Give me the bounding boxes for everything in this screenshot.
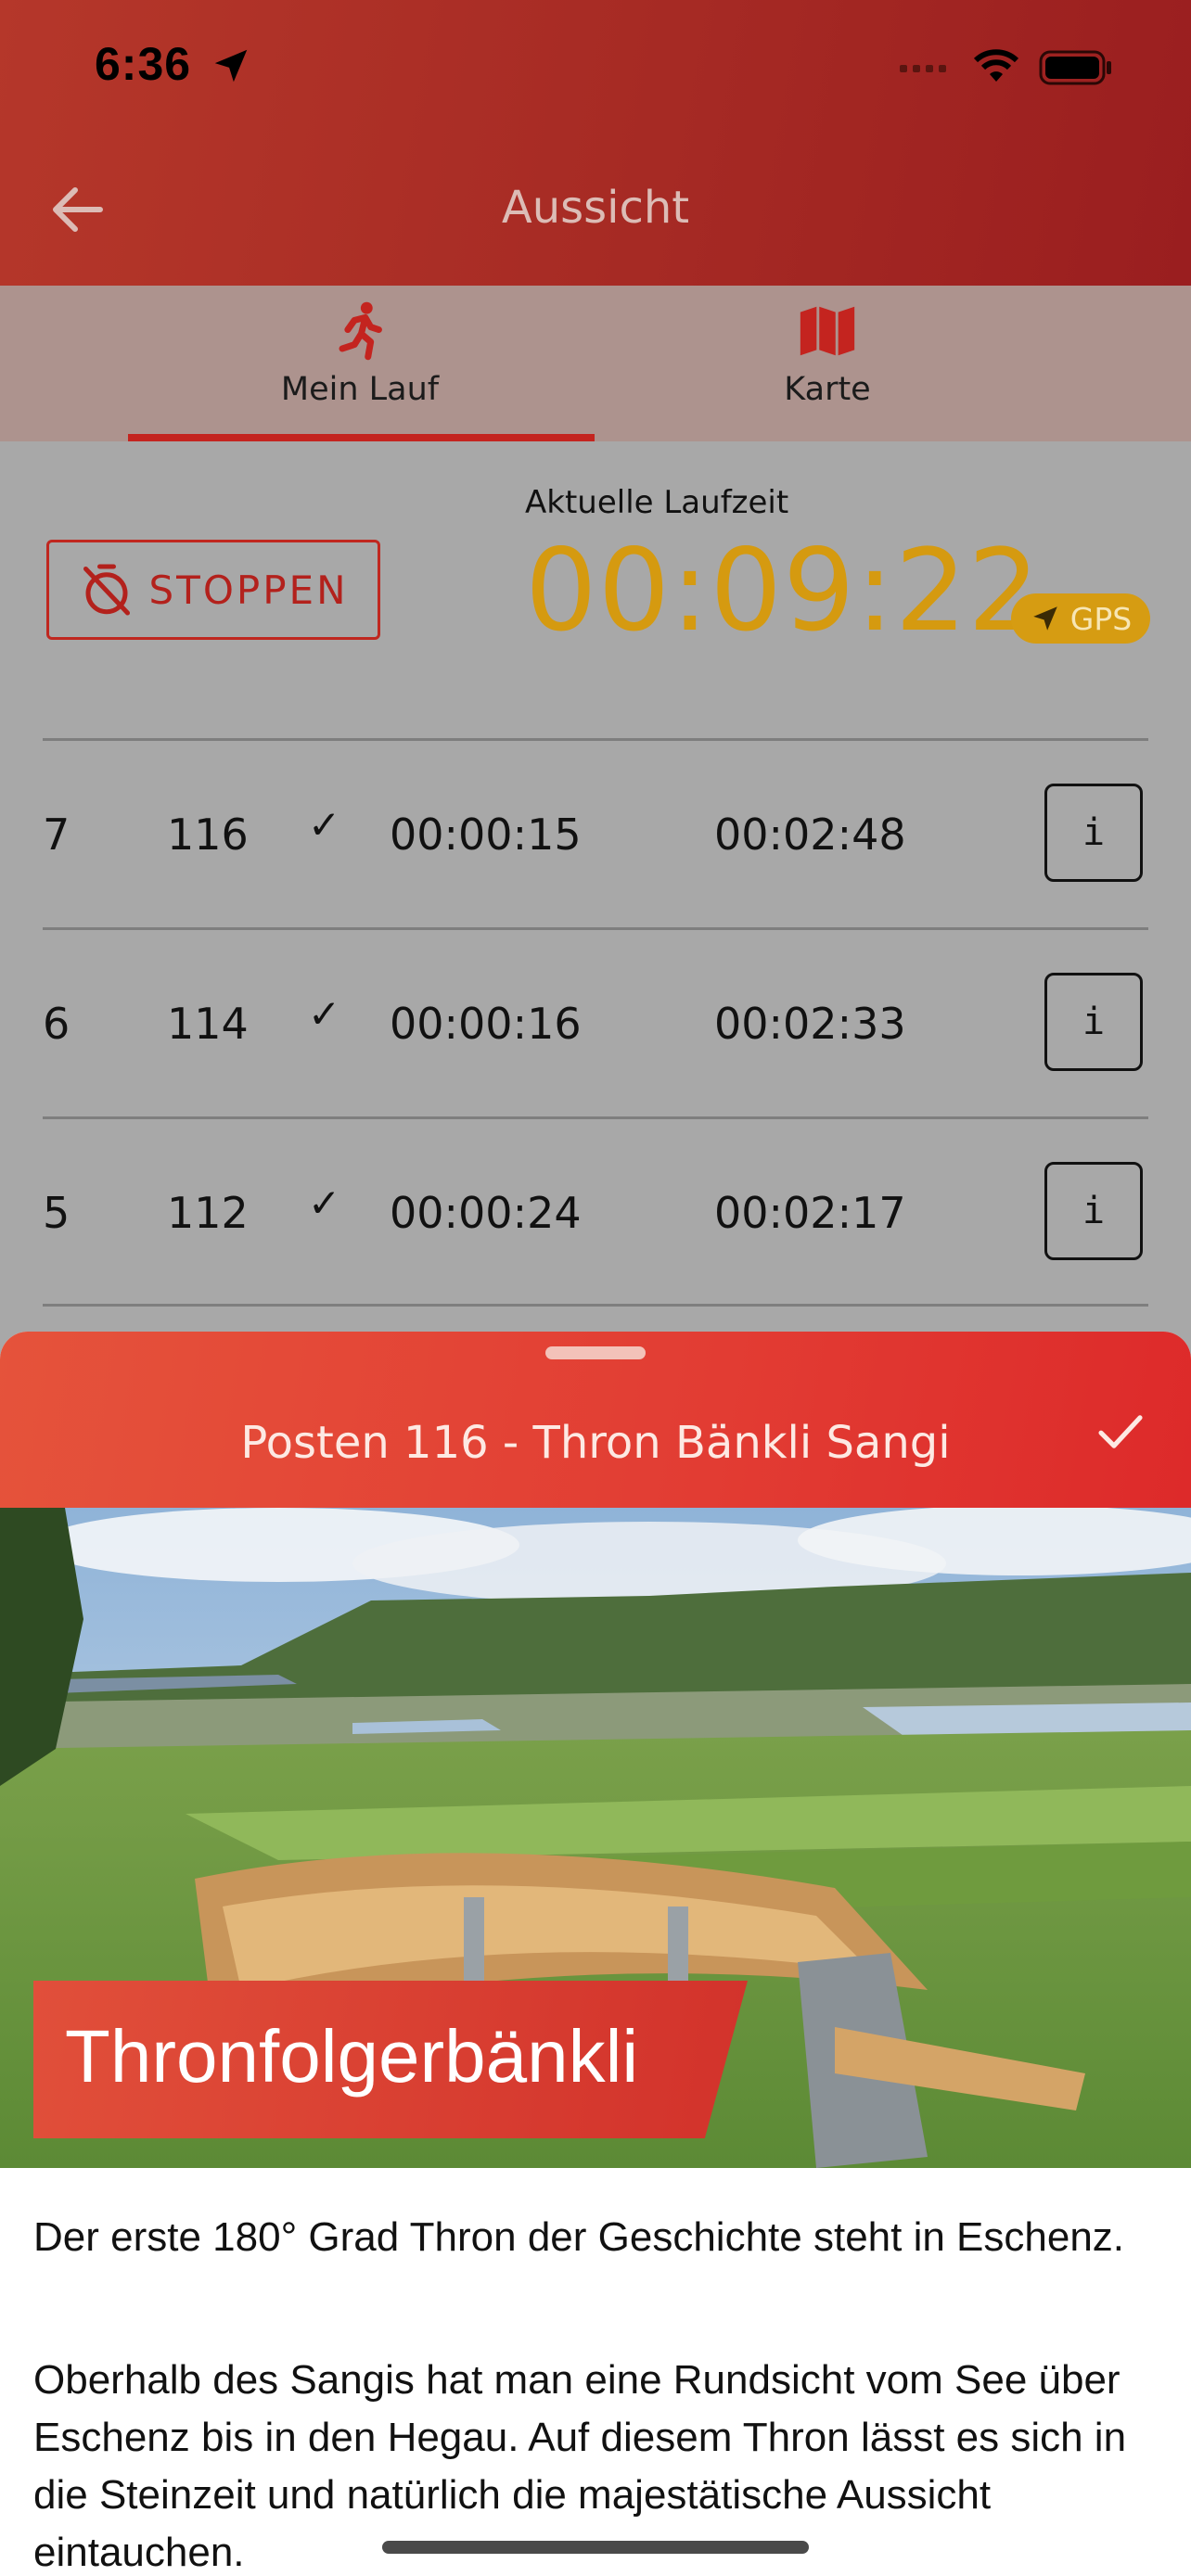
check-icon: ✓ [308,802,341,848]
timer-off-icon [83,564,130,616]
sheet-title: Posten 116 - Thron Bänkli Sangi [240,1417,951,1469]
location-arrow-icon [214,49,248,83]
checkpoint-index: 5 [43,1188,70,1238]
total-time: 00:02:33 [714,999,906,1049]
post-number: 112 [167,1188,249,1238]
post-number: 114 [167,999,249,1049]
total-time: 00:02:17 [714,1188,906,1238]
split-time: 00:00:24 [390,1188,582,1238]
description-paragraph: Der erste 180° Grad Thron der Geschichte… [33,2214,1125,2260]
wifi-icon [973,49,1019,82]
map-icon [800,306,855,356]
cellular-signal-icon [900,65,946,72]
checkpoint-sheet: Posten 116 - Thron Bänkli Sangi Thronfol… [0,1332,1191,2576]
info-button[interactable]: i [1044,973,1143,1071]
split-time: 00:00:15 [390,810,582,860]
checkpoint-index: 6 [43,999,70,1049]
total-time: 00:02:48 [714,810,906,860]
checkpoint-photo: Thronfolgerbänkli [0,1508,1191,2168]
table-row: 6 114 ✓ 00:00:16 00:02:33 i [43,927,1148,1116]
table-row: 7 116 ✓ 00:00:15 00:02:48 i [43,738,1148,927]
photo-banner: Thronfolgerbänkli [33,1981,748,2138]
battery-icon [1039,50,1111,85]
page-title: Aussicht [501,182,690,234]
running-icon [339,301,382,361]
active-tab-indicator [128,434,595,441]
tab-label: Karte [784,371,871,408]
location-arrow-icon [1033,606,1057,631]
tab-bar: Mein Lauf Karte [0,286,1191,441]
gps-badge: GPS [1011,593,1150,644]
photo-banner-text: Thronfolgerbänkli [65,2015,639,2098]
gps-label: GPS [1069,600,1133,637]
stop-button[interactable]: STOPPEN [46,540,380,640]
tab-karte[interactable]: Karte [596,286,1059,441]
status-time: 6:36 [95,38,192,90]
sheet-grabber[interactable] [545,1346,646,1359]
split-time: 00:00:16 [390,999,582,1049]
stop-button-label: STOPPEN [148,567,349,613]
info-button[interactable]: i [1044,1162,1143,1260]
checkmark-icon [1098,1415,1143,1448]
home-indicator[interactable] [382,2541,809,2554]
app-header: 6:36 Aussicht [0,0,1191,286]
info-button[interactable]: i [1044,784,1143,882]
post-number: 116 [167,810,249,860]
checkpoint-index: 7 [43,810,70,860]
table-row: 5 112 ✓ 00:00:24 00:02:17 i [43,1116,1148,1306]
timer-label: Aktuelle Laufzeit [525,484,789,521]
check-icon: ✓ [308,991,341,1037]
divider [43,1304,1148,1307]
tab-label: Mein Lauf [280,371,440,408]
sheet-header[interactable]: Posten 116 - Thron Bänkli Sangi [0,1332,1191,1508]
tab-mein-lauf[interactable]: Mein Lauf [128,286,592,441]
check-icon: ✓ [308,1180,341,1226]
elapsed-time: 00:09:22 [525,525,1041,657]
